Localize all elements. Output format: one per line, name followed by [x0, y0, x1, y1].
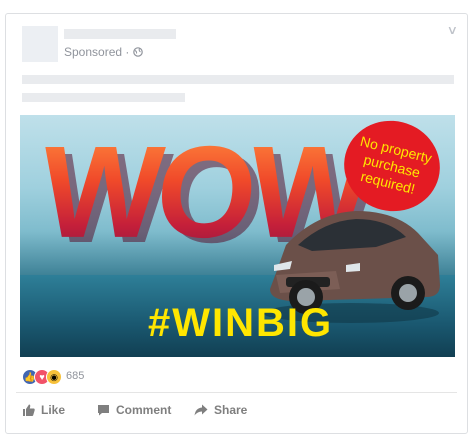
like-label: Like [41, 403, 66, 417]
sponsored-post-card: Sponsored · ∨ WOW WOW No property purcha… [5, 13, 468, 434]
like-button[interactable]: Like [22, 403, 65, 417]
globe-icon [132, 47, 143, 57]
share-icon [194, 404, 208, 416]
divider [16, 392, 457, 393]
wow-reaction-icon: ◉ [46, 369, 62, 385]
chevron-down-icon[interactable]: ∨ [447, 23, 458, 37]
post-text-placeholder [22, 75, 454, 84]
avatar[interactable] [22, 26, 58, 62]
thumbs-up-icon [23, 404, 35, 416]
sponsored-text: Sponsored · [64, 45, 133, 59]
comment-button[interactable]: Comment [97, 403, 171, 417]
share-label: Share [214, 403, 248, 417]
post-text-placeholder [22, 93, 185, 102]
promo-badge-text: No property purchase required! [358, 132, 434, 197]
comment-icon [98, 405, 109, 416]
sponsored-label[interactable]: Sponsored · [64, 45, 143, 59]
page-name-placeholder[interactable] [64, 29, 176, 39]
reaction-count: 685 [66, 370, 85, 382]
comment-label: Comment [116, 403, 172, 417]
share-button[interactable]: Share [194, 403, 247, 417]
ad-image[interactable]: WOW WOW No property purchase required! #… [20, 115, 455, 357]
ad-hashtag: #WINBIG [148, 301, 334, 345]
